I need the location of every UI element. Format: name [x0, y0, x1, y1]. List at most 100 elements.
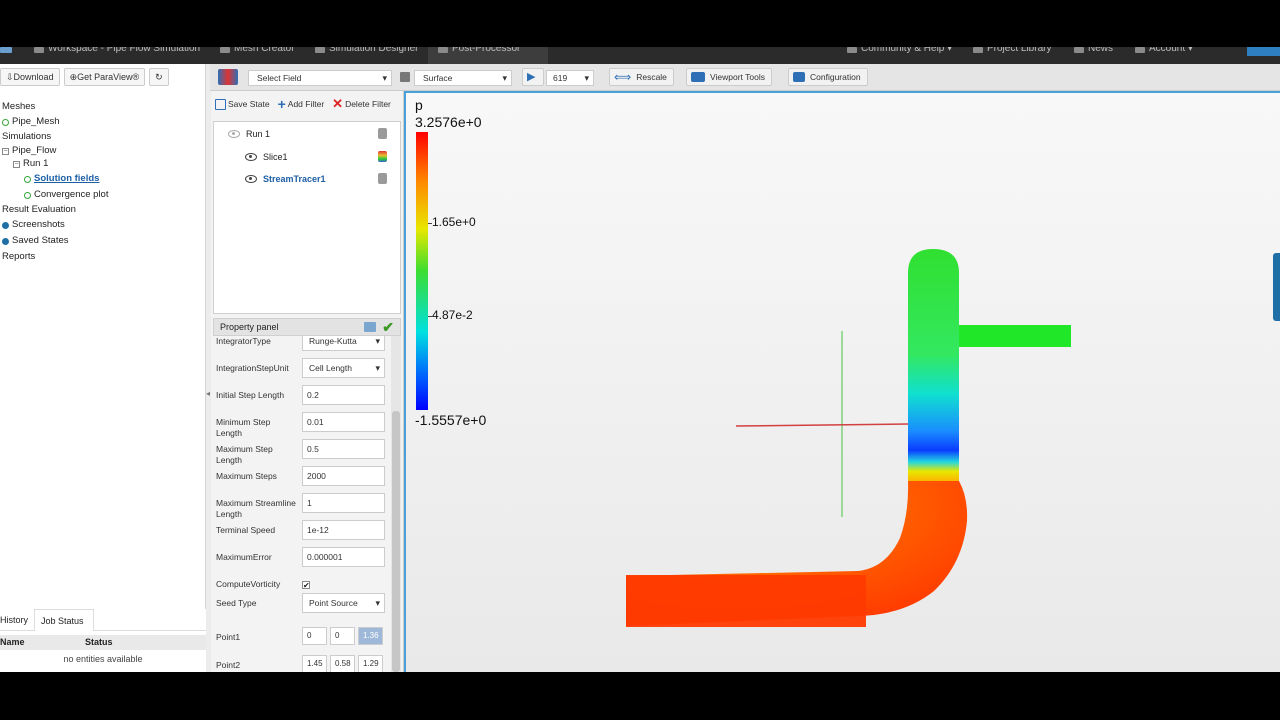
nav-mesh-creator[interactable]: Mesh Creator: [220, 47, 295, 64]
top-navigation: Workspace - Pipe Flow Simulation Mesh Cr…: [0, 47, 1280, 64]
tree-item-saved-states[interactable]: Saved States: [2, 234, 69, 248]
min-step-input[interactable]: 0.01: [302, 412, 385, 432]
side-panel-handle[interactable]: [1273, 253, 1280, 321]
tree-item-result-evaluation[interactable]: Result Evaluation: [2, 203, 76, 217]
collapse-icon[interactable]: −: [2, 147, 9, 155]
tree-item-pipe-mesh[interactable]: Pipe_Mesh: [2, 115, 60, 129]
job-grid-header: Name Status: [0, 635, 206, 650]
scrollbar-thumb[interactable]: [392, 411, 400, 672]
get-paraview-button[interactable]: ⊕Get ParaView®: [63, 68, 146, 86]
viewport-tools-button[interactable]: Viewport Tools: [686, 68, 772, 86]
refresh-icon: ↻: [155, 72, 163, 82]
pipeline-item-slice[interactable]: Slice1: [245, 150, 288, 164]
nav-community-help[interactable]: Community & Help ▾: [847, 47, 952, 64]
color-map-icon[interactable]: [378, 151, 387, 162]
save-state-button[interactable]: Save State: [215, 96, 270, 112]
representation-icon: [400, 72, 410, 82]
field-select[interactable]: Select Field: [248, 70, 392, 86]
tree-item-pipe-flow[interactable]: − Pipe_Flow: [2, 144, 56, 158]
min-step-label: Minimum Step Length: [216, 417, 271, 438]
point2-y-input[interactable]: 0.58: [330, 655, 355, 672]
terminal-speed-input[interactable]: 1e-12: [302, 520, 385, 540]
point1-z-input[interactable]: 1.36: [358, 627, 383, 645]
nav-news[interactable]: News: [1074, 47, 1113, 64]
frame-input[interactable]: 619: [546, 70, 594, 86]
status-ok-icon: [24, 175, 31, 183]
bell-icon: [1074, 47, 1084, 53]
integrator-type-select[interactable]: Runge-Kutta: [302, 336, 385, 351]
visibility-icon[interactable]: [245, 175, 257, 183]
download-button[interactable]: ⇩Download: [0, 68, 60, 86]
seed-type-select[interactable]: Point Source: [302, 593, 385, 613]
tree-item-screenshots[interactable]: Screenshots: [2, 218, 65, 232]
column-status[interactable]: Status: [85, 635, 113, 650]
tree-item-simulations[interactable]: Simulations: [2, 130, 51, 144]
point2-z-input[interactable]: 1.29: [358, 655, 383, 672]
pipeline-item-run[interactable]: Run 1: [228, 127, 270, 141]
visibility-icon[interactable]: [228, 130, 240, 138]
download-icon: ⇩: [6, 72, 14, 82]
nav-account[interactable]: Account ▾: [1135, 47, 1193, 64]
options-icon[interactable]: [378, 173, 387, 184]
close-icon: ✕: [332, 96, 344, 111]
tree-item-convergence-plot[interactable]: Convergence plot: [24, 188, 108, 202]
integrator-type-label: IntegratorType: [216, 336, 271, 346]
tree-item-meshes[interactable]: Meshes: [2, 100, 35, 114]
point2-x-input[interactable]: 1.45: [302, 655, 327, 672]
max-step-label: Maximum Step Length: [216, 444, 273, 465]
nav-project-library[interactable]: Project Library: [973, 47, 1051, 64]
user-icon: [1135, 47, 1145, 53]
add-filter-button[interactable]: + Add Filter: [278, 96, 325, 112]
step-unit-select[interactable]: Cell Length: [302, 358, 385, 378]
tree-item-reports[interactable]: Reports: [2, 250, 35, 264]
max-steps-input[interactable]: 2000: [302, 466, 385, 486]
delete-filter-button[interactable]: ✕ Delete Filter: [332, 96, 391, 112]
configuration-button[interactable]: Configuration: [788, 68, 868, 86]
pipeline-item-stream-tracer[interactable]: StreamTracer1: [245, 172, 326, 186]
compute-vorticity-checkbox[interactable]: ✔: [302, 581, 310, 590]
nav-simulation-designer[interactable]: Simulation Designer: [315, 47, 419, 64]
paraview-icon: ⊕: [69, 72, 78, 82]
bottom-tabs-area: History Job Status Name Status no entiti…: [0, 609, 206, 672]
tree-item-run-1[interactable]: − Run 1: [13, 157, 48, 171]
apply-check-icon[interactable]: ✔: [382, 320, 394, 334]
plus-icon: +: [277, 96, 286, 112]
point1-label: Point1: [216, 632, 241, 642]
reset-icon[interactable]: [364, 322, 376, 332]
refresh-button[interactable]: ↻: [149, 68, 169, 86]
tab-history[interactable]: History: [0, 609, 34, 631]
community-icon: [847, 47, 857, 53]
tab-job-status[interactable]: Job Status: [34, 609, 94, 631]
viewer-toolbar: Select Field Surface ▶ 619 ⟺Rescale View…: [210, 64, 1280, 91]
user-badge[interactable]: [1247, 47, 1280, 56]
rescale-button[interactable]: ⟺ Rescale: [609, 68, 674, 86]
configuration-icon: [793, 72, 805, 82]
gear-icon: [315, 47, 325, 53]
point1-x-input[interactable]: 0: [302, 627, 327, 645]
representation-select[interactable]: Surface: [414, 70, 512, 86]
nav-post-processor[interactable]: Post-Processor: [428, 47, 548, 64]
max-error-input[interactable]: 0.000001: [302, 547, 385, 567]
max-streamline-input[interactable]: 1: [302, 493, 385, 513]
property-scrollbar[interactable]: [391, 336, 401, 672]
saved-state-icon: [2, 237, 9, 245]
play-button[interactable]: ▶: [522, 68, 544, 86]
pipe-vertical: [908, 249, 959, 483]
column-name[interactable]: Name: [0, 635, 25, 650]
max-step-input[interactable]: 0.5: [302, 439, 385, 459]
tree-item-solution-fields[interactable]: Solution fields: [24, 172, 99, 186]
step-unit-label: IntegrationStepUnit: [216, 363, 289, 373]
seed-type-label: Seed Type: [216, 598, 257, 608]
terminal-speed-label: Terminal Speed: [216, 525, 276, 535]
visibility-icon[interactable]: [245, 153, 257, 161]
render-viewport[interactable]: p 3.2576e+0 1.65e+0 4.87e-2 -1.5557e+0: [404, 91, 1280, 672]
collapse-icon[interactable]: −: [13, 160, 20, 168]
point1-y-input[interactable]: 0: [330, 627, 355, 645]
nav-workspace[interactable]: Workspace - Pipe Flow Simulation: [34, 47, 200, 64]
initial-step-input[interactable]: 0.2: [302, 385, 385, 405]
options-icon[interactable]: [378, 128, 387, 139]
app-logo-icon[interactable]: [0, 47, 12, 64]
pipeline-browser: Run 1 Slice1 StreamTracer1: [213, 121, 401, 314]
collapse-arrow-icon[interactable]: ◂: [206, 389, 210, 398]
status-ok-icon: [24, 191, 31, 199]
